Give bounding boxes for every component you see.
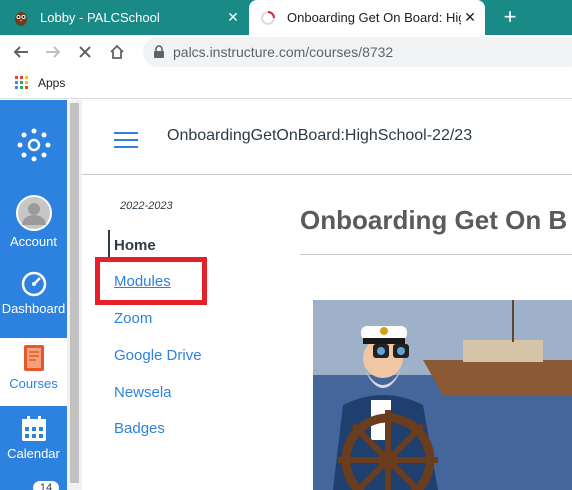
- back-arrow-icon: [13, 46, 28, 58]
- home-button[interactable]: [104, 39, 130, 65]
- scrollbar[interactable]: [67, 100, 82, 490]
- loading-spinner-icon: [261, 10, 275, 25]
- breadcrumb[interactable]: OnboardingGetOnBoard:HighSchool-22/23: [167, 127, 472, 145]
- nav-calendar-label: Calendar: [7, 446, 60, 461]
- back-button[interactable]: [8, 39, 34, 65]
- title-divider: [300, 254, 572, 255]
- course-header: OnboardingGetOnBoard:HighSchool-22/23: [82, 100, 572, 175]
- nav-courses[interactable]: Courses: [0, 338, 67, 406]
- nav-courses-label: Courses: [9, 376, 58, 391]
- stop-button[interactable]: [72, 39, 98, 65]
- tab-title: Lobby - PALCSchool: [40, 10, 160, 25]
- nav-account[interactable]: Account: [0, 195, 67, 257]
- inbox-count-badge: 14: [32, 480, 60, 490]
- browser-toolbar: palcs.instructure.com/courses/8732: [0, 35, 572, 68]
- close-icon[interactable]: ✕: [461, 9, 479, 26]
- forward-button[interactable]: [40, 39, 66, 65]
- nav-account-label: Account: [10, 234, 57, 249]
- course-nav-newsela[interactable]: Newsela: [114, 384, 172, 401]
- address-bar[interactable]: palcs.instructure.com/courses/8732: [143, 37, 572, 67]
- new-tab-button[interactable]: +: [498, 5, 522, 29]
- canvas-logo[interactable]: [0, 100, 67, 190]
- lock-icon: [154, 45, 164, 58]
- account-icon: [15, 195, 52, 231]
- tab-bar: Lobby - PALCSchool ✕ Onboarding Get On B…: [0, 0, 572, 35]
- course-nav-home[interactable]: Home: [114, 237, 156, 254]
- term-label: 2022-2023: [120, 200, 173, 212]
- scrollbar-thumb[interactable]: [70, 103, 79, 483]
- stop-icon: [79, 46, 91, 58]
- captain-illustration-icon: [313, 300, 572, 490]
- canvas-logo-icon: [17, 128, 50, 162]
- close-icon[interactable]: ✕: [224, 9, 242, 26]
- apps-grid-icon[interactable]: [15, 76, 29, 90]
- nav-calendar[interactable]: Calendar: [0, 415, 67, 475]
- nav-dashboard[interactable]: Dashboard: [0, 270, 67, 330]
- hero-image: [313, 300, 572, 490]
- page-title: Onboarding Get On B: [300, 205, 568, 235]
- nav-dashboard-label: Dashboard: [1, 301, 66, 316]
- forward-arrow-icon: [46, 46, 61, 58]
- course-nav-badges[interactable]: Badges: [114, 420, 165, 437]
- tab-lobby[interactable]: Lobby - PALCSchool ✕: [12, 0, 248, 35]
- highlight-annotation: [95, 257, 207, 305]
- calendar-icon: [21, 416, 46, 441]
- apps-bookmark[interactable]: Apps: [38, 76, 65, 90]
- bookmarks-bar: Apps: [0, 68, 572, 99]
- lobby-favicon-icon: [15, 11, 27, 26]
- global-nav: Account Dashboard Courses Calendar: [0, 100, 67, 490]
- url-text: palcs.instructure.com/courses/8732: [173, 44, 394, 60]
- hamburger-menu-icon[interactable]: [114, 132, 138, 148]
- courses-icon: [23, 345, 44, 371]
- course-nav-google-drive[interactable]: Google Drive: [114, 347, 202, 364]
- dashboard-icon: [21, 271, 46, 297]
- tab-title: Onboarding Get On Board: High: [287, 10, 461, 25]
- tab-onboarding[interactable]: Onboarding Get On Board: High ✕: [249, 0, 485, 35]
- course-nav-zoom[interactable]: Zoom: [114, 310, 152, 327]
- home-icon: [110, 44, 124, 59]
